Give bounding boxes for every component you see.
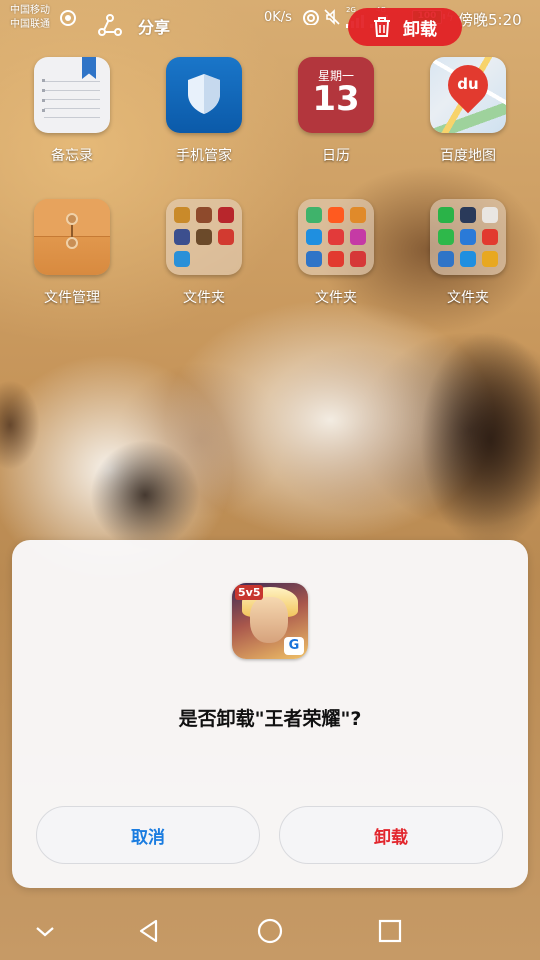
dialog-message: 是否卸载"王者荣耀"?	[178, 708, 362, 730]
folder-label: 文件夹	[183, 290, 225, 306]
app-label: 百度地图	[440, 148, 496, 164]
chevron-down-icon[interactable]	[32, 918, 58, 944]
shield-icon	[166, 57, 242, 133]
trash-icon	[374, 17, 390, 37]
file-folder-icon	[34, 199, 110, 275]
folder-icon	[166, 199, 242, 275]
map-icon: du	[430, 57, 506, 133]
uninstall-dialog: 5v5 G 是否卸载"王者荣耀"? 取消 卸载	[12, 540, 528, 888]
folder-2[interactable]: 文件夹	[281, 199, 391, 307]
calendar-day: 13	[312, 79, 360, 119]
app-label: 日历	[322, 148, 350, 164]
wifi-icon	[303, 10, 319, 25]
uninstall-drop-target[interactable]: 卸载	[348, 8, 462, 46]
share-label[interactable]: 分享	[138, 14, 170, 38]
carrier-1: 中国移动	[10, 5, 50, 16]
notes-icon	[34, 57, 110, 133]
carrier-info: 中国移动 中国联通	[10, 4, 50, 32]
game-badge: 5v5	[235, 585, 264, 600]
recents-icon[interactable]	[377, 918, 403, 944]
cancel-button[interactable]: 取消	[36, 806, 260, 864]
share-icon[interactable]	[98, 14, 122, 36]
tencent-games-logo-icon: G	[284, 637, 304, 655]
home-icon[interactable]	[257, 918, 283, 944]
folder-1[interactable]: 文件夹	[149, 199, 259, 307]
app-label: 备忘录	[51, 148, 93, 164]
mute-icon	[324, 9, 340, 25]
honor-of-kings-icon: 5v5 G	[232, 583, 308, 659]
app-label: 文件管理	[44, 290, 100, 306]
uninstall-label: 卸载	[403, 19, 437, 40]
clock: 傍晚5:20	[458, 11, 522, 29]
hotspot-icon	[60, 10, 76, 26]
app-phone-manager[interactable]: 手机管家	[149, 57, 259, 165]
app-label: 手机管家	[176, 148, 232, 164]
folder-label: 文件夹	[447, 290, 489, 306]
app-file-manager[interactable]: 文件管理	[17, 199, 127, 307]
uninstall-confirm-button[interactable]: 卸载	[279, 806, 503, 864]
folder-icon	[430, 199, 506, 275]
folder-3[interactable]: 文件夹	[413, 199, 523, 307]
app-baidu-map[interactable]: du 百度地图	[413, 57, 523, 165]
folder-icon	[298, 199, 374, 275]
app-notes[interactable]: 备忘录	[17, 57, 127, 165]
app-calendar[interactable]: 星期一 13 日历	[281, 57, 391, 165]
carrier-2: 中国联通	[10, 19, 50, 30]
folder-label: 文件夹	[315, 290, 357, 306]
calendar-icon: 星期一 13	[298, 57, 374, 133]
map-badge: du	[457, 75, 479, 93]
network-speed: 0K/s	[264, 10, 292, 25]
back-icon[interactable]	[137, 918, 163, 944]
navigation-bar	[0, 900, 540, 960]
